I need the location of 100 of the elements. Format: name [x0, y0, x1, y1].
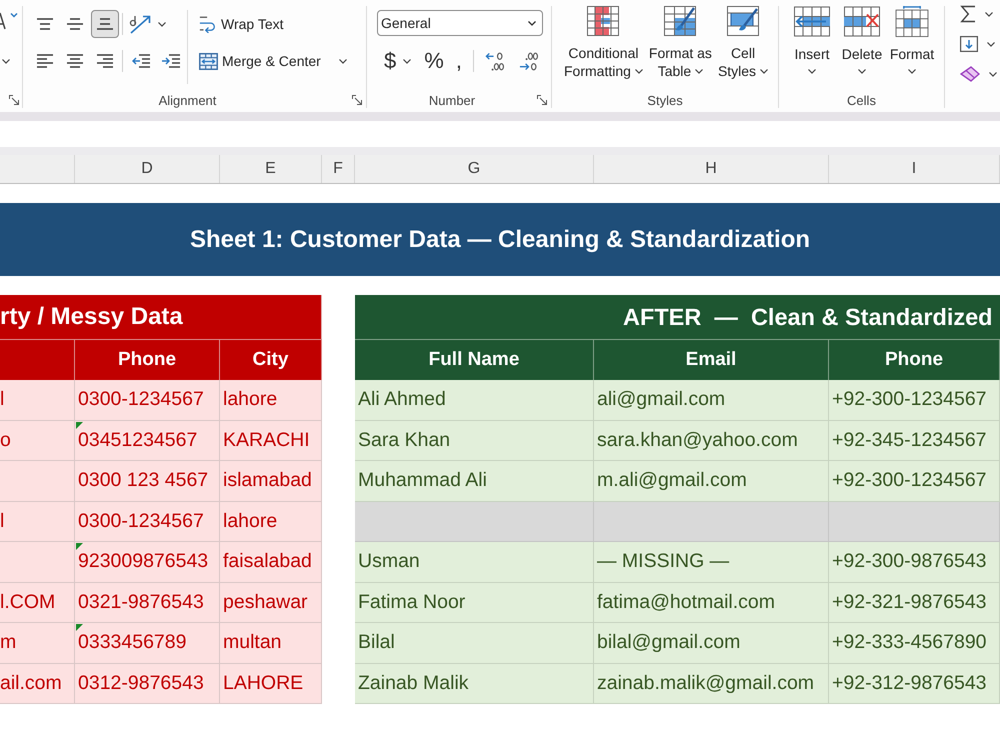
bottom-align-button[interactable] [91, 10, 119, 38]
top-align-icon [37, 18, 53, 30]
insert-cells-icon [794, 6, 830, 37]
corner-triangle-icon [76, 422, 83, 428]
table-cell: ail.com [0, 664, 75, 704]
merge-cells-icon [199, 52, 218, 70]
decrease-decimal-icon [518, 52, 538, 70]
table-cell: l [0, 380, 75, 420]
corner-triangle-icon [76, 543, 83, 550]
percent-button[interactable]: % [421, 48, 447, 74]
table-cell: +92-333-4567890 [829, 623, 1000, 664]
caret-icon[interactable] [403, 58, 412, 64]
table-cell: +92-321-9876543 [829, 582, 1000, 623]
table-cell: 03451234567 [75, 420, 220, 461]
delete-cells-icon [844, 6, 880, 37]
table-cell: Zainab Malik [355, 664, 594, 704]
caret-icon [985, 12, 993, 16]
align-left-icon [37, 54, 53, 68]
caret-icon [634, 68, 643, 74]
table-cell: zainab.malik@gmail.com [594, 664, 829, 704]
caret-icon [695, 68, 704, 74]
caret-icon [528, 20, 536, 26]
column-header[interactable]: I [829, 155, 1000, 183]
format-cells-icon [894, 6, 930, 37]
table-cell: fatima@hotmail.com [594, 582, 829, 623]
sheet-title: Sheet 1: Customer Data — Cleaning & Standardization [0, 203, 1000, 276]
table-cell: 0300-1234567 [75, 502, 220, 542]
comma-button[interactable]: , [452, 48, 465, 74]
conditional-formatting-button[interactable]: Conditional Formatting [561, 6, 646, 80]
table-cell: +92-345-1234567 [829, 420, 1000, 461]
table-cell: Fatima Noor [355, 582, 594, 623]
currency-button[interactable]: $ [381, 48, 400, 74]
eraser-icon [960, 66, 980, 82]
caret-icon[interactable] [2, 59, 10, 64]
table-cell: lahore [220, 380, 322, 420]
column-header[interactable]: G [355, 155, 594, 183]
increase-indent-icon [162, 54, 180, 68]
table-cell: +92-300-1234567 [829, 380, 1000, 420]
column-header[interactable]: F [322, 155, 355, 183]
table-cell: 0333456789 [75, 623, 220, 664]
table-cell: 923009876543 [75, 542, 220, 582]
column-header[interactable]: E [220, 155, 322, 183]
table-cell: +92-300-1234567 [829, 461, 1000, 502]
table-cell: bilal@gmail.com [594, 623, 829, 664]
dialog-launcher-icon[interactable] [537, 95, 547, 105]
table-cell: islamabad [220, 461, 322, 502]
cell-styles-icon [727, 6, 759, 36]
table-cell: multan [220, 623, 322, 664]
corner-triangle-icon [76, 624, 83, 631]
table-cell: Muhammad Ali [355, 461, 594, 502]
table-cell: l [0, 502, 75, 542]
caret-icon [908, 69, 916, 74]
delete-button[interactable]: Delete [837, 6, 887, 74]
format-button[interactable]: Format [887, 6, 937, 74]
column-heading: City [220, 339, 322, 380]
caret-icon [858, 69, 866, 74]
merge-center-button[interactable]: Merge & Center [195, 47, 355, 75]
table-cell: Sara Khan [355, 420, 594, 461]
table-cell: m.ali@gmail.com [594, 461, 829, 502]
caret-icon [158, 22, 166, 26]
table-cell: LAHORE [220, 664, 322, 704]
align-right-icon [97, 54, 113, 68]
sigma-icon [960, 5, 976, 23]
wrap-text-button[interactable]: Wrap Text [195, 10, 355, 38]
format-as-table-button[interactable]: Format as Table [646, 6, 715, 80]
insert-button[interactable]: Insert [787, 6, 837, 74]
table-title: AFTER — Clean & Standardized [355, 295, 1000, 339]
table-cell: Usman [355, 542, 594, 582]
table-cell: +92-300-9876543 [829, 542, 1000, 582]
table-cell: l.COM [0, 582, 75, 623]
column-header[interactable]: H [594, 155, 829, 183]
group-label: Alignment [158, 92, 216, 108]
table-cell: +92-312-9876543 [829, 664, 1000, 704]
dialog-launcher-icon[interactable] [9, 95, 19, 105]
column-heading: Email [594, 339, 829, 380]
column-header[interactable]: D [75, 155, 220, 183]
table-cell: 0321-9876543 [75, 582, 220, 623]
increase-decimal-icon [485, 52, 504, 70]
table-cell: m [0, 623, 75, 664]
cell-styles-button[interactable]: Cell Styles [714, 6, 772, 80]
table-title: rty / Messy Data [0, 295, 322, 339]
dialog-launcher-icon[interactable] [352, 95, 362, 105]
column-heading: Phone [75, 339, 220, 380]
table-cell: ali@gmail.com [594, 380, 829, 420]
table-cell: o [0, 420, 75, 461]
table-cell: 0300-1234567 [75, 380, 220, 420]
table-cell: Ali Ahmed [355, 380, 594, 420]
caret-icon [808, 69, 816, 74]
table-cell: KARACHI [220, 420, 322, 461]
table-cell: peshawar [220, 582, 322, 623]
table-cell: 0300 123 4567 [75, 461, 220, 502]
align-center-icon [67, 54, 83, 68]
caret-icon [989, 72, 997, 76]
font-size-icon[interactable] [0, 12, 18, 30]
caret-icon [987, 42, 995, 46]
table-cell: lahore [220, 502, 322, 542]
table-cell: — MISSING — [594, 542, 829, 582]
bottom-align-icon [97, 18, 113, 30]
caret-icon [760, 68, 768, 74]
number-format-dropdown[interactable]: General [377, 10, 543, 36]
